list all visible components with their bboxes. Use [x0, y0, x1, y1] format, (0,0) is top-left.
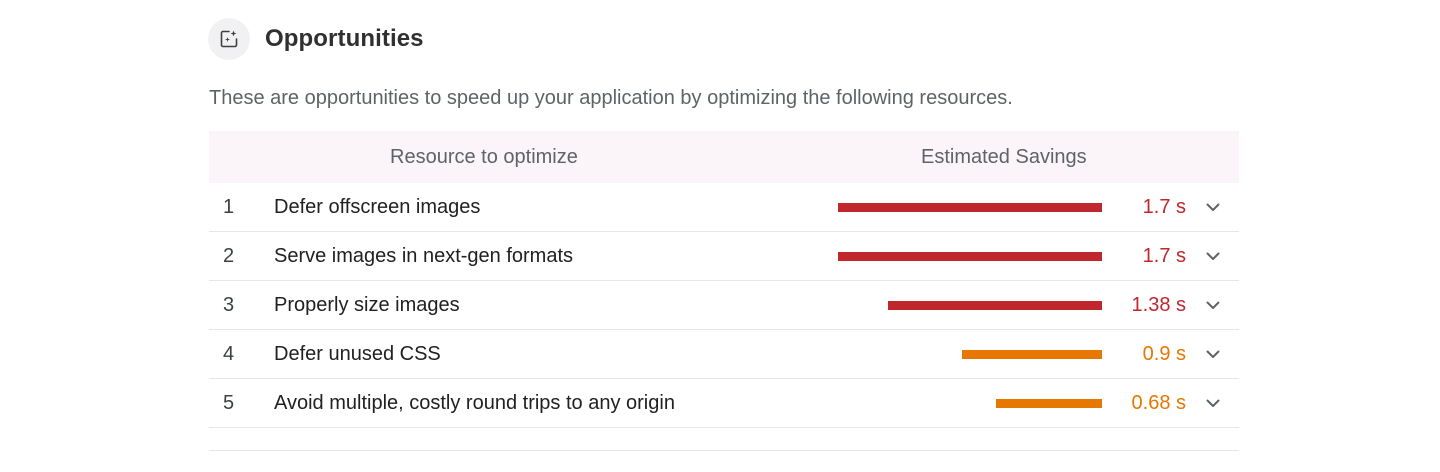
- row-index: 3: [223, 294, 235, 316]
- chevron-down-icon[interactable]: [1203, 393, 1223, 413]
- savings-bar-track: [838, 350, 1102, 359]
- row-index: 5: [223, 392, 235, 414]
- savings-bar: [996, 399, 1102, 408]
- row-label: Serve images in next-gen formats: [274, 245, 574, 267]
- opportunity-icon: [208, 18, 250, 60]
- table-footer-divider: [209, 428, 1239, 451]
- chevron-down-icon[interactable]: [1203, 197, 1223, 217]
- row-label: Avoid multiple, costly round trips to an…: [274, 392, 675, 414]
- savings-bar: [838, 203, 1102, 212]
- row-index: 4: [223, 343, 235, 365]
- row-label: Defer offscreen images: [274, 196, 481, 218]
- table-row[interactable]: 5 Avoid multiple, costly round trips to a…: [209, 379, 1239, 428]
- section-description: These are opportunities to speed up your…: [209, 87, 1013, 109]
- savings-bar-track: [838, 252, 1102, 261]
- column-header-resource: Resource to optimize: [390, 146, 578, 168]
- savings-bar: [888, 301, 1102, 310]
- table-row[interactable]: 4 Defer unused CSS 0.9 s: [209, 330, 1239, 379]
- savings-value: 1.7 s: [1142, 245, 1186, 267]
- savings-bar-track: [838, 301, 1102, 310]
- row-index: 2: [223, 245, 235, 267]
- row-label: Properly size images: [274, 294, 460, 316]
- section-header: Opportunities: [208, 18, 424, 60]
- section-title: Opportunities: [265, 25, 424, 52]
- savings-value: 0.68 s: [1131, 392, 1186, 414]
- chevron-down-icon[interactable]: [1203, 344, 1223, 364]
- savings-value: 1.38 s: [1131, 294, 1186, 316]
- column-header-savings: Estimated Savings: [921, 146, 1087, 168]
- table-body: 1 Defer offscreen images 1.7 s 2 Serve image…: [209, 183, 1239, 428]
- savings-bar-track: [838, 399, 1102, 408]
- opportunities-table: Resource to optimize Estimated Savings 1…: [209, 131, 1239, 451]
- table-row[interactable]: 3 Properly size images 1.38 s: [209, 281, 1239, 330]
- row-label: Defer unused CSS: [274, 343, 441, 365]
- savings-bar: [962, 350, 1102, 359]
- savings-value: 0.9 s: [1142, 343, 1186, 365]
- savings-value: 1.7 s: [1142, 196, 1186, 218]
- chevron-down-icon[interactable]: [1203, 295, 1223, 315]
- chevron-down-icon[interactable]: [1203, 246, 1223, 266]
- row-index: 1: [223, 196, 235, 218]
- table-row[interactable]: 2 Serve images in next-gen formats 1.7 s: [209, 232, 1239, 281]
- opportunity-icon-glyph: [220, 30, 238, 48]
- table-header: Resource to optimize Estimated Savings: [209, 131, 1239, 183]
- table-row[interactable]: 1 Defer offscreen images 1.7 s: [209, 183, 1239, 232]
- savings-bar: [838, 252, 1102, 261]
- savings-bar-track: [838, 203, 1102, 212]
